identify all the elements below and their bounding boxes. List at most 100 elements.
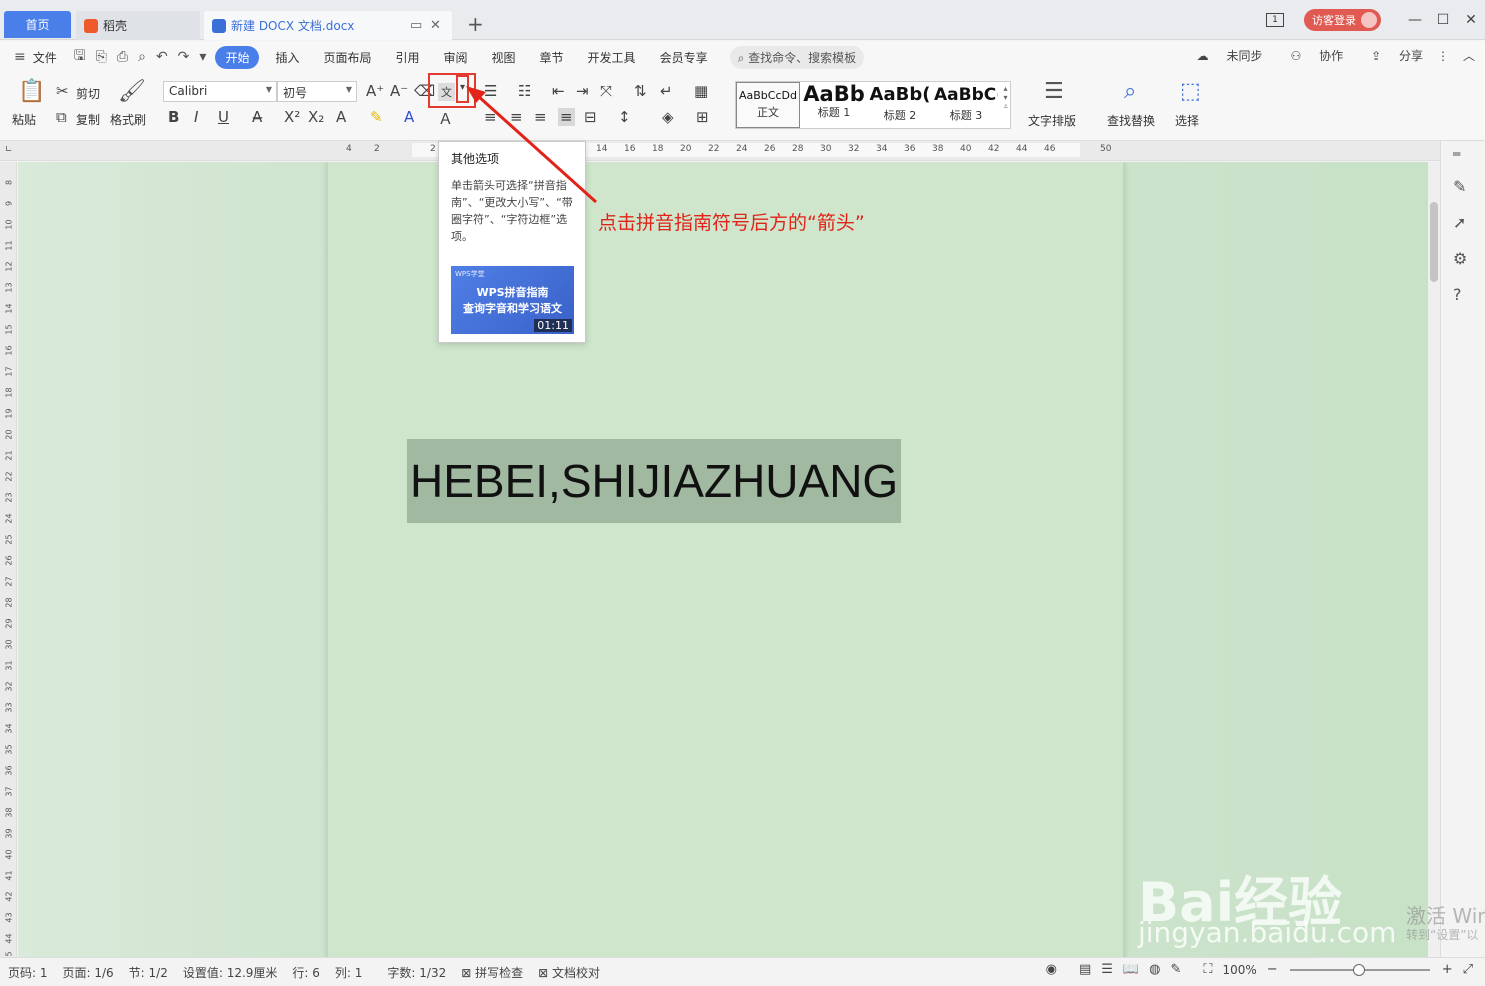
style-normal[interactable]: AaBbCcDd 正文 bbox=[736, 82, 800, 128]
paste-icon[interactable]: 📋 bbox=[18, 79, 45, 104]
proofread-button[interactable]: ⊠ 文档校对 bbox=[538, 964, 600, 981]
menu-file[interactable]: 文件 bbox=[31, 49, 69, 66]
distributed-icon[interactable]: ⊟ bbox=[584, 108, 597, 126]
style-heading1[interactable]: AaBb 标题 1 bbox=[802, 82, 866, 128]
menu-developer[interactable]: 开发工具 bbox=[576, 49, 648, 66]
sort-icon[interactable]: ⇅ bbox=[634, 82, 647, 100]
status-section[interactable]: 节: 1/2 bbox=[129, 964, 168, 981]
collapse-ribbon-icon[interactable]: ︿ bbox=[1463, 47, 1475, 64]
chinese-layout-icon[interactable]: ⤧ bbox=[600, 82, 612, 100]
show-marks-icon[interactable]: ↵ bbox=[660, 82, 673, 100]
menu-references[interactable]: 引用 bbox=[383, 49, 431, 66]
print-icon[interactable]: ⎙ bbox=[117, 49, 128, 65]
tab-stop-icon[interactable]: ∟ bbox=[5, 145, 13, 155]
menu-member[interactable]: 会员专享 bbox=[648, 49, 720, 66]
table-icon[interactable]: ▦ bbox=[694, 82, 708, 100]
status-row[interactable]: 行: 6 bbox=[292, 964, 320, 981]
select-button[interactable]: 选择 bbox=[1175, 112, 1199, 129]
tab-document[interactable]: 新建 DOCX 文档.docx ▭ ✕ bbox=[204, 11, 452, 40]
text-effect-icon[interactable]: A bbox=[336, 108, 346, 126]
selected-document-text[interactable]: HEBEI,SHIJIAZHUANG bbox=[407, 439, 902, 523]
new-tab-button[interactable]: + bbox=[467, 14, 484, 34]
format-painter-button[interactable]: 格式刷 bbox=[110, 111, 146, 128]
find-replace-icon[interactable]: ⌕ bbox=[1124, 79, 1136, 104]
char-border-icon[interactable]: Ａ bbox=[438, 108, 453, 129]
fit-page-icon[interactable]: ⛶ bbox=[1203, 962, 1212, 977]
text-layout-icon[interactable]: ☰ bbox=[1044, 79, 1064, 104]
vertical-scrollbar[interactable] bbox=[1428, 162, 1440, 957]
font-color-icon[interactable]: A bbox=[404, 108, 414, 126]
zoom-slider-knob[interactable] bbox=[1352, 963, 1365, 976]
paste-button[interactable]: 粘贴 bbox=[12, 111, 36, 128]
undo-icon[interactable]: ↶ bbox=[156, 49, 168, 65]
close-window-icon[interactable]: ✕ bbox=[1457, 12, 1485, 28]
zoom-out-icon[interactable]: − bbox=[1267, 962, 1278, 977]
justify-icon[interactable]: ≡ bbox=[558, 108, 575, 126]
align-right-icon[interactable]: ≡ bbox=[534, 108, 547, 126]
read-mode-icon[interactable]: 📖 bbox=[1123, 962, 1139, 977]
subscript-icon[interactable]: X₂ bbox=[308, 108, 324, 126]
tab-home[interactable]: 首页 bbox=[4, 11, 71, 38]
login-button[interactable]: 访客登录 bbox=[1304, 9, 1381, 31]
select-icon[interactable]: ⬚ bbox=[1180, 79, 1201, 104]
redo-icon[interactable]: ↷ bbox=[178, 49, 190, 65]
menu-review[interactable]: 审阅 bbox=[432, 49, 480, 66]
bullet-list-icon[interactable]: ☰ bbox=[484, 82, 497, 100]
menu-insert[interactable]: 插入 bbox=[263, 49, 311, 66]
strikethrough-icon[interactable]: A̶ bbox=[252, 108, 262, 126]
collab-button[interactable]: ⚇ 协作 bbox=[1277, 47, 1344, 64]
zoom-in-icon[interactable]: + bbox=[1442, 962, 1453, 977]
sync-button[interactable]: ☁ 未同步 bbox=[1183, 47, 1263, 64]
horizontal-ruler[interactable]: ∟ 4 2 2 14 16 18 20 22 24 26 28 30 32 34… bbox=[0, 141, 1440, 161]
web-view-icon[interactable]: ◍ bbox=[1149, 962, 1160, 977]
cut-button[interactable]: 剪切 bbox=[76, 85, 100, 102]
customize-dropdown-icon[interactable]: ▾ bbox=[199, 49, 206, 65]
decrease-font-icon[interactable]: A⁻ bbox=[390, 82, 408, 100]
window-count-icon[interactable]: 1 bbox=[1266, 13, 1284, 27]
numbered-list-icon[interactable]: ☷ bbox=[518, 82, 531, 100]
vertical-ruler[interactable]: 8 9 10 11 12 13 14 15 16 17 18 19 20 21 … bbox=[0, 162, 17, 957]
superscript-icon[interactable]: X² bbox=[284, 108, 300, 126]
underline-icon[interactable]: U bbox=[218, 108, 229, 126]
increase-indent-icon[interactable]: ⇥ bbox=[576, 82, 589, 100]
fullscreen-icon[interactable]: ⤢ bbox=[1463, 962, 1473, 977]
style-heading3[interactable]: AaBbC( 标题 3 bbox=[934, 82, 998, 128]
document-canvas[interactable]: HEBEI,SHIJIAZHUANG bbox=[18, 162, 1428, 957]
settings-sliders-icon[interactable]: ⚙ bbox=[1453, 249, 1467, 268]
bold-icon[interactable]: B bbox=[168, 108, 179, 126]
cursor-icon[interactable]: ➚ bbox=[1453, 213, 1466, 232]
font-name-select[interactable]: Calibri ▼ bbox=[163, 81, 277, 102]
align-center-icon[interactable]: ≡ bbox=[510, 108, 523, 126]
print-preview-icon[interactable]: ⌕ bbox=[138, 49, 146, 65]
shading-icon[interactable]: ◈ bbox=[662, 108, 674, 126]
outline-view-icon[interactable]: ☰ bbox=[1101, 962, 1113, 977]
menu-start[interactable]: 开始 bbox=[215, 45, 260, 69]
line-spacing-icon[interactable]: ↕ bbox=[618, 108, 631, 126]
copy-button[interactable]: 复制 bbox=[76, 111, 100, 128]
borders-icon[interactable]: ⊞ bbox=[696, 108, 709, 126]
font-size-select[interactable]: 初号 ▼ bbox=[277, 81, 357, 102]
search-command-input[interactable]: ⌕ 查找命令、搜索模板 bbox=[729, 45, 865, 69]
text-layout-button[interactable]: 文字排版 bbox=[1028, 112, 1076, 129]
float-window-icon[interactable]: ▭ bbox=[410, 18, 422, 33]
menu-hamburger-icon[interactable]: ≡ bbox=[14, 49, 26, 65]
more-icon[interactable]: ⋮ bbox=[1437, 49, 1449, 63]
pen-icon[interactable]: ✎ bbox=[1453, 177, 1466, 196]
tab-docer[interactable]: 稻壳 bbox=[76, 11, 200, 40]
share-button[interactable]: ⇪ 分享 bbox=[1357, 47, 1423, 64]
zoom-slider[interactable] bbox=[1289, 963, 1430, 976]
close-tab-icon[interactable]: ✕ bbox=[430, 18, 441, 33]
maximize-icon[interactable]: ☐ bbox=[1429, 12, 1457, 28]
minimize-icon[interactable]: — bbox=[1401, 12, 1429, 28]
status-col[interactable]: 列: 1 bbox=[335, 964, 363, 981]
spell-check-button[interactable]: ⊠ 拼写检查 bbox=[461, 964, 523, 981]
status-page-code[interactable]: 页码: 1 bbox=[8, 964, 48, 981]
status-page[interactable]: 页面: 1/6 bbox=[63, 964, 114, 981]
cut-icon[interactable]: ✂ bbox=[56, 82, 69, 100]
eye-protection-icon[interactable]: ◉ bbox=[1046, 962, 1057, 977]
decrease-indent-icon[interactable]: ⇤ bbox=[552, 82, 565, 100]
italic-icon[interactable]: I bbox=[194, 108, 198, 126]
highlight-icon[interactable]: ✎ bbox=[370, 108, 383, 126]
copy-icon[interactable]: ⧉ bbox=[56, 108, 67, 126]
scrollbar-thumb[interactable] bbox=[1430, 202, 1438, 282]
